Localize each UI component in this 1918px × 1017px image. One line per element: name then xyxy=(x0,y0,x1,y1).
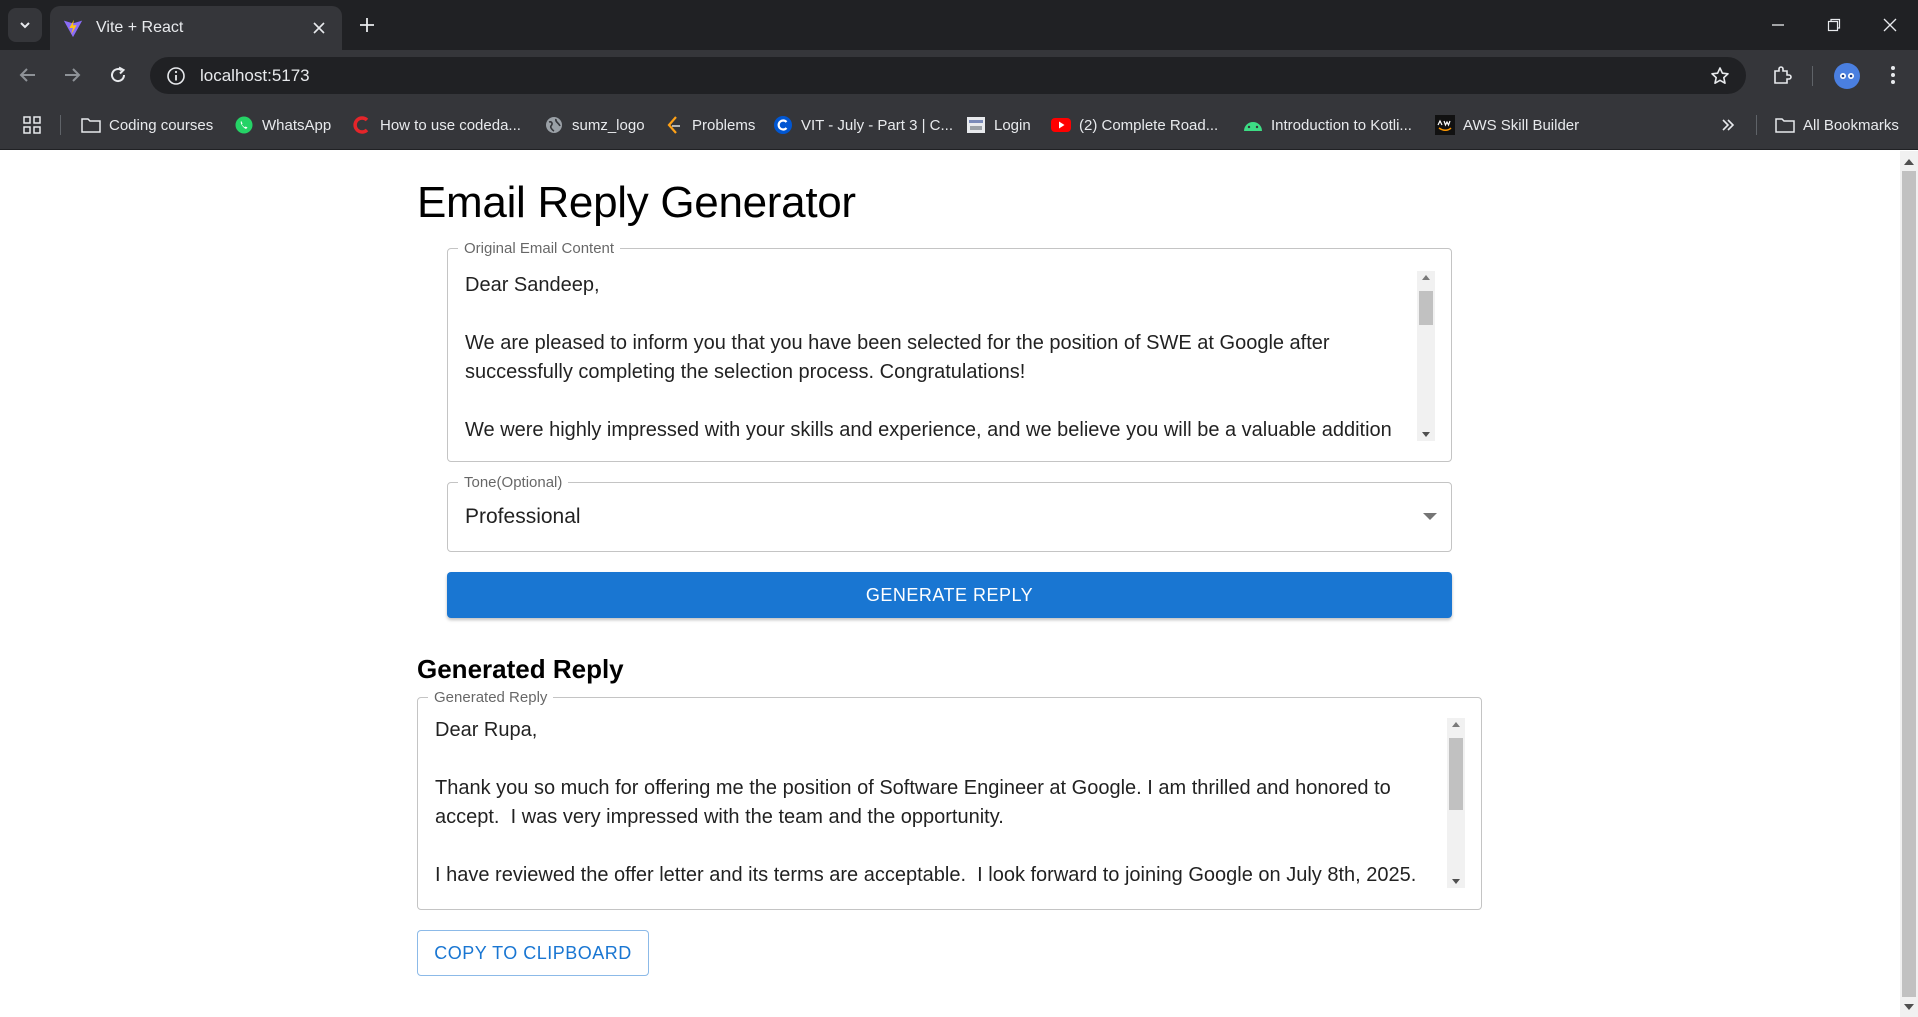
arrow-right-icon xyxy=(65,68,81,82)
generated-reply-text[interactable]: Dear Rupa, Thank you so much for offerin… xyxy=(435,716,1445,896)
bookmark-kotlin[interactable]: Introduction to Kotli... xyxy=(1243,114,1412,136)
tone-label: Tone(Optional) xyxy=(458,474,569,491)
scroll-up-arrow-icon[interactable] xyxy=(1900,153,1918,169)
chevron-down-icon xyxy=(20,22,30,29)
generated-reply-heading: Generated Reply xyxy=(417,654,624,684)
browser-toolbar: localhost:5173 xyxy=(0,50,1918,100)
bookmark-vit-course[interactable]: VIT - July - Part 3 | C... xyxy=(773,114,953,136)
profile-avatar[interactable] xyxy=(1834,63,1860,89)
scroll-down-arrow-icon[interactable] xyxy=(1417,429,1435,441)
tab-search-button[interactable] xyxy=(8,8,42,42)
original-email-scroll-thumb[interactable] xyxy=(1419,291,1433,325)
bookmark-coding-courses[interactable]: Coding courses xyxy=(81,114,213,136)
folder-icon xyxy=(1775,115,1795,135)
apps-grid-icon xyxy=(23,116,41,134)
login-icon xyxy=(966,115,986,135)
youtube-icon xyxy=(1051,115,1071,135)
generated-reply-scrollbar[interactable] xyxy=(1447,718,1465,888)
whatsapp-icon xyxy=(234,115,254,135)
page-scroll-thumb[interactable] xyxy=(1902,171,1916,997)
bookmark-whatsapp[interactable]: WhatsApp xyxy=(234,114,331,136)
tab-title: Vite + React xyxy=(96,19,184,36)
tone-selected-value: Professional xyxy=(465,505,581,528)
bookmarks-bar: Coding courses WhatsApp How to use coded… xyxy=(0,100,1918,150)
minimize-button[interactable] xyxy=(1763,10,1793,40)
restore-icon xyxy=(1827,18,1841,32)
bookmark-problems[interactable]: Problems xyxy=(664,114,755,136)
bookmark-codedamn[interactable]: How to use codeda... xyxy=(352,114,521,136)
more-bookmarks-button[interactable] xyxy=(1720,114,1736,136)
apps-button[interactable] xyxy=(22,114,42,136)
all-bookmarks-button[interactable]: All Bookmarks xyxy=(1775,114,1899,136)
bookmark-login[interactable]: Login xyxy=(966,114,1031,136)
android-icon xyxy=(1243,115,1263,135)
toolbar-divider xyxy=(1812,66,1813,86)
restore-button[interactable] xyxy=(1819,10,1849,40)
back-button[interactable] xyxy=(13,60,43,90)
kebab-menu-icon xyxy=(1891,66,1895,84)
bookmark-star-icon[interactable] xyxy=(1708,64,1732,88)
url-text: localhost:5173 xyxy=(200,65,310,85)
scroll-down-arrow-icon[interactable] xyxy=(1900,999,1918,1015)
aws-icon xyxy=(1435,115,1455,135)
extensions-button[interactable] xyxy=(1767,60,1797,90)
page-title: Email Reply Generator xyxy=(417,178,856,227)
original-email-text[interactable]: Dear Sandeep, We are pleased to inform y… xyxy=(465,271,1415,449)
coursera-icon xyxy=(773,115,793,135)
browser-tab[interactable]: Vite + React xyxy=(50,6,342,50)
bookmark-sumz-logo[interactable]: sumz_logo xyxy=(544,114,645,136)
new-tab-button[interactable] xyxy=(354,12,380,38)
plus-icon xyxy=(360,18,374,32)
original-email-field[interactable]: Original Email Content Dear Sandeep, We … xyxy=(447,240,1452,462)
address-bar[interactable]: localhost:5173 xyxy=(150,57,1746,94)
tone-select[interactable]: Tone(Optional) Professional xyxy=(447,474,1452,552)
leetcode-icon xyxy=(664,115,684,135)
folder-icon xyxy=(81,115,101,135)
arrow-left-icon xyxy=(19,68,35,82)
reload-icon xyxy=(111,66,126,83)
tab-strip: Vite + React xyxy=(0,0,1918,50)
original-email-scrollbar[interactable] xyxy=(1417,271,1435,441)
generated-reply-field[interactable]: Generated Reply Dear Rupa, Thank you so … xyxy=(417,689,1482,910)
page-scrollbar[interactable] xyxy=(1900,151,1918,1017)
scroll-down-arrow-icon[interactable] xyxy=(1447,876,1465,888)
puzzle-icon xyxy=(1774,66,1792,84)
vite-icon xyxy=(63,19,83,38)
generated-reply-label: Generated Reply xyxy=(428,689,554,706)
scroll-up-arrow-icon[interactable] xyxy=(1447,718,1465,730)
generate-reply-button[interactable]: GENERATE REPLY xyxy=(447,572,1452,618)
close-icon xyxy=(1883,18,1897,32)
avatar-icon xyxy=(1840,73,1854,79)
copy-to-clipboard-button[interactable]: COPY TO CLIPBOARD xyxy=(417,930,649,976)
forward-button[interactable] xyxy=(57,60,87,90)
tab-close-icon[interactable] xyxy=(308,17,330,39)
bookmark-aws[interactable]: AWS Skill Builder xyxy=(1435,114,1579,136)
caret-down-icon xyxy=(1423,513,1437,520)
menu-button[interactable] xyxy=(1878,60,1908,90)
close-window-button[interactable] xyxy=(1875,10,1905,40)
bookmark-youtube[interactable]: (2) Complete Road... xyxy=(1051,114,1218,136)
globe-icon xyxy=(544,115,564,135)
double-chevron-right-icon xyxy=(1722,119,1735,131)
site-info-icon[interactable] xyxy=(164,64,188,88)
scroll-up-arrow-icon[interactable] xyxy=(1417,271,1435,283)
generated-reply-scroll-thumb[interactable] xyxy=(1449,738,1463,810)
codedamn-icon xyxy=(352,115,372,135)
minimize-icon xyxy=(1772,24,1784,26)
reload-button[interactable] xyxy=(103,60,133,90)
original-email-label: Original Email Content xyxy=(458,240,621,257)
bookmarks-separator-2 xyxy=(1756,115,1757,135)
bookmarks-separator xyxy=(60,115,61,135)
